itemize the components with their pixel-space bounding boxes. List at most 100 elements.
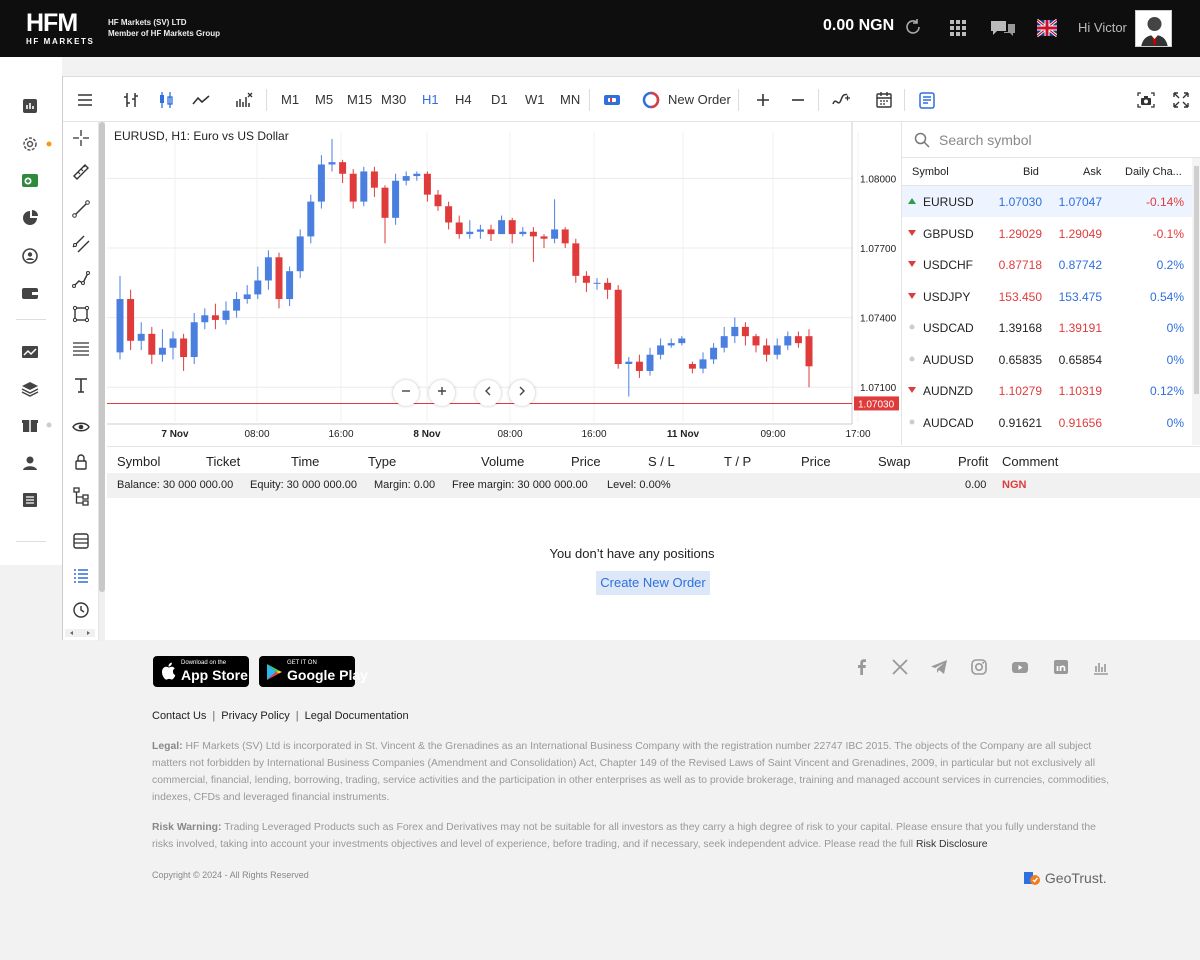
indicators-icon[interactable] (234, 90, 254, 110)
col-type[interactable]: Type (368, 454, 396, 469)
refresh-icon[interactable] (903, 17, 923, 37)
gift-icon[interactable] (20, 415, 40, 435)
facebook-icon[interactable] (853, 658, 871, 676)
col-volume[interactable]: Volume (481, 454, 524, 469)
geotrust-badge[interactable]: GeoTrust. (1023, 870, 1107, 886)
hfm-logo[interactable]: HFM HF MARKETS (26, 9, 102, 47)
timeframe-m5[interactable]: M5 (315, 92, 333, 107)
create-new-order-button[interactable]: Create New Order (596, 571, 710, 595)
parallel-channel-icon[interactable] (71, 234, 91, 254)
layers-icon[interactable] (20, 379, 40, 399)
profile-icon[interactable] (20, 453, 40, 473)
trading-chart-icon[interactable] (20, 342, 40, 362)
zoom-out-minus-icon[interactable] (788, 90, 808, 110)
horizontal-scroll-arrows-icon[interactable] (65, 629, 95, 637)
text-tool-icon[interactable] (71, 375, 91, 395)
google-play-button[interactable]: GET IT ON Google Play (259, 656, 368, 687)
telegram-icon[interactable] (930, 658, 948, 676)
avatar[interactable] (1135, 10, 1172, 47)
market-watch-toggle-icon[interactable] (917, 90, 937, 110)
rectangle-shape-icon[interactable] (71, 304, 91, 324)
timeframe-m15[interactable]: M15 (347, 92, 372, 107)
col-take-profit[interactable]: T / P (724, 454, 751, 469)
chat-icon[interactable] (990, 18, 1016, 38)
linkedin-icon[interactable] (1052, 658, 1070, 676)
col-current-price[interactable]: Price (801, 454, 831, 469)
ruler-icon[interactable] (71, 162, 91, 182)
fibonacci-icon[interactable] (71, 339, 91, 359)
line-chart-type-icon[interactable] (191, 90, 211, 110)
screenshot-camera-icon[interactable] (1136, 90, 1156, 110)
col-comment[interactable]: Comment (1002, 454, 1058, 469)
col-ask[interactable]: Ask (1083, 166, 1101, 178)
object-tree-icon[interactable] (71, 486, 91, 506)
col-stop-loss[interactable]: S / L (648, 454, 675, 469)
scrollbar-thumb[interactable] (99, 122, 105, 592)
account-circle-icon[interactable] (20, 246, 40, 266)
candlestick-type-icon[interactable] (156, 90, 176, 110)
polyline-icon[interactable] (71, 269, 91, 289)
market-watch-row-eurusd[interactable]: EURUSD 1.07030 1.07047 -0.14% (902, 186, 1192, 217)
candlestick-chart-svg[interactable]: 1.08000 1.07700 1.07400 1.07100 7 Nov 08:00 16… (107, 122, 901, 446)
legal-documentation-link[interactable]: Legal Documentation (305, 710, 409, 722)
chart-scroll-left-button[interactable] (475, 380, 501, 406)
col-daily-change[interactable]: Daily Cha... (1125, 166, 1182, 178)
timeframe-m30[interactable]: M30 (381, 92, 406, 107)
crosshair-icon[interactable] (71, 128, 91, 148)
one-click-trading-icon[interactable] (602, 90, 622, 110)
eye-visibility-icon[interactable] (71, 417, 91, 437)
market-watch-row-audusd[interactable]: AUDUSD 0.65835 0.65854 0% (902, 344, 1192, 375)
new-order-button[interactable]: New Order (668, 92, 731, 107)
dashboard-icon[interactable] (20, 96, 40, 116)
risk-disclosure-link[interactable]: Risk Disclosure (916, 839, 988, 850)
timeframe-mn[interactable]: MN (560, 92, 580, 107)
deposit-wallet-icon[interactable] (20, 170, 40, 190)
history-clock-icon[interactable] (71, 600, 91, 620)
col-ticket[interactable]: Ticket (206, 454, 240, 469)
market-watch-row-usdcad[interactable]: USDCAD 1.39168 1.39191 0% (902, 312, 1192, 343)
col-price[interactable]: Price (571, 454, 601, 469)
x-twitter-icon[interactable] (891, 658, 909, 676)
app-store-button[interactable]: Download on the App Store (153, 656, 249, 687)
stats-chart-icon[interactable] (1092, 658, 1110, 676)
price-chart[interactable]: 1.08000 1.07700 1.07400 1.07100 7 Nov 08:00 16… (107, 122, 899, 446)
new-order-icon[interactable] (641, 90, 661, 110)
symbol-search-input[interactable]: Search symbol (902, 122, 1200, 158)
market-watch-row-usdchf[interactable]: USDCHF 0.87718 0.87742 0.2% (902, 249, 1192, 280)
apps-grid-icon[interactable] (948, 18, 968, 38)
timeframe-d1[interactable]: D1 (491, 92, 508, 107)
chart-zoom-in-button[interactable] (429, 380, 455, 406)
greeting[interactable]: Hi Victor (1078, 20, 1127, 35)
menu-hamburger-icon[interactable] (75, 90, 95, 110)
timeframe-h1[interactable]: H1 (422, 92, 439, 107)
col-symbol[interactable]: Symbol (117, 454, 160, 469)
chart-scroll-right-button[interactable] (509, 380, 535, 406)
chart-zoom-out-button[interactable] (393, 380, 419, 406)
market-watch-row-audnzd[interactable]: AUDNZD 1.10279 1.10319 0.12% (902, 375, 1192, 406)
market-watch-row-gbpusd[interactable]: GBPUSD 1.29029 1.29049 -0.1% (902, 218, 1192, 249)
zoom-in-plus-icon[interactable] (753, 90, 773, 110)
wallet-icon[interactable] (20, 283, 40, 303)
contact-us-link[interactable]: Contact Us (152, 710, 206, 722)
lock-icon[interactable] (71, 452, 91, 472)
market-watch-scrollbar[interactable] (1192, 158, 1200, 445)
col-swap[interactable]: Swap (878, 454, 911, 469)
bar-chart-type-icon[interactable] (121, 90, 141, 110)
timeframe-w1[interactable]: W1 (525, 92, 545, 107)
instagram-icon[interactable] (970, 658, 988, 676)
trend-line-icon[interactable] (71, 199, 91, 219)
timeframe-m1[interactable]: M1 (281, 92, 299, 107)
col-time[interactable]: Time (291, 454, 319, 469)
privacy-policy-link[interactable]: Privacy Policy (221, 710, 289, 722)
positions-list-icon[interactable] (71, 565, 91, 585)
col-profit[interactable]: Profit (958, 454, 988, 469)
analytics-pie-icon[interactable] (20, 208, 40, 228)
col-symbol[interactable]: Symbol (912, 166, 949, 178)
fullscreen-expand-icon[interactable] (1171, 90, 1191, 110)
scrollbar-thumb[interactable] (1194, 166, 1199, 394)
documents-list-icon[interactable] (20, 490, 40, 510)
market-watch-row-audcad[interactable]: AUDCAD 0.91621 0.91656 0% (902, 407, 1192, 438)
uk-flag-icon[interactable] (1037, 18, 1057, 38)
col-bid[interactable]: Bid (1023, 166, 1039, 178)
drawing-bar-scrollbar[interactable] (99, 122, 105, 641)
